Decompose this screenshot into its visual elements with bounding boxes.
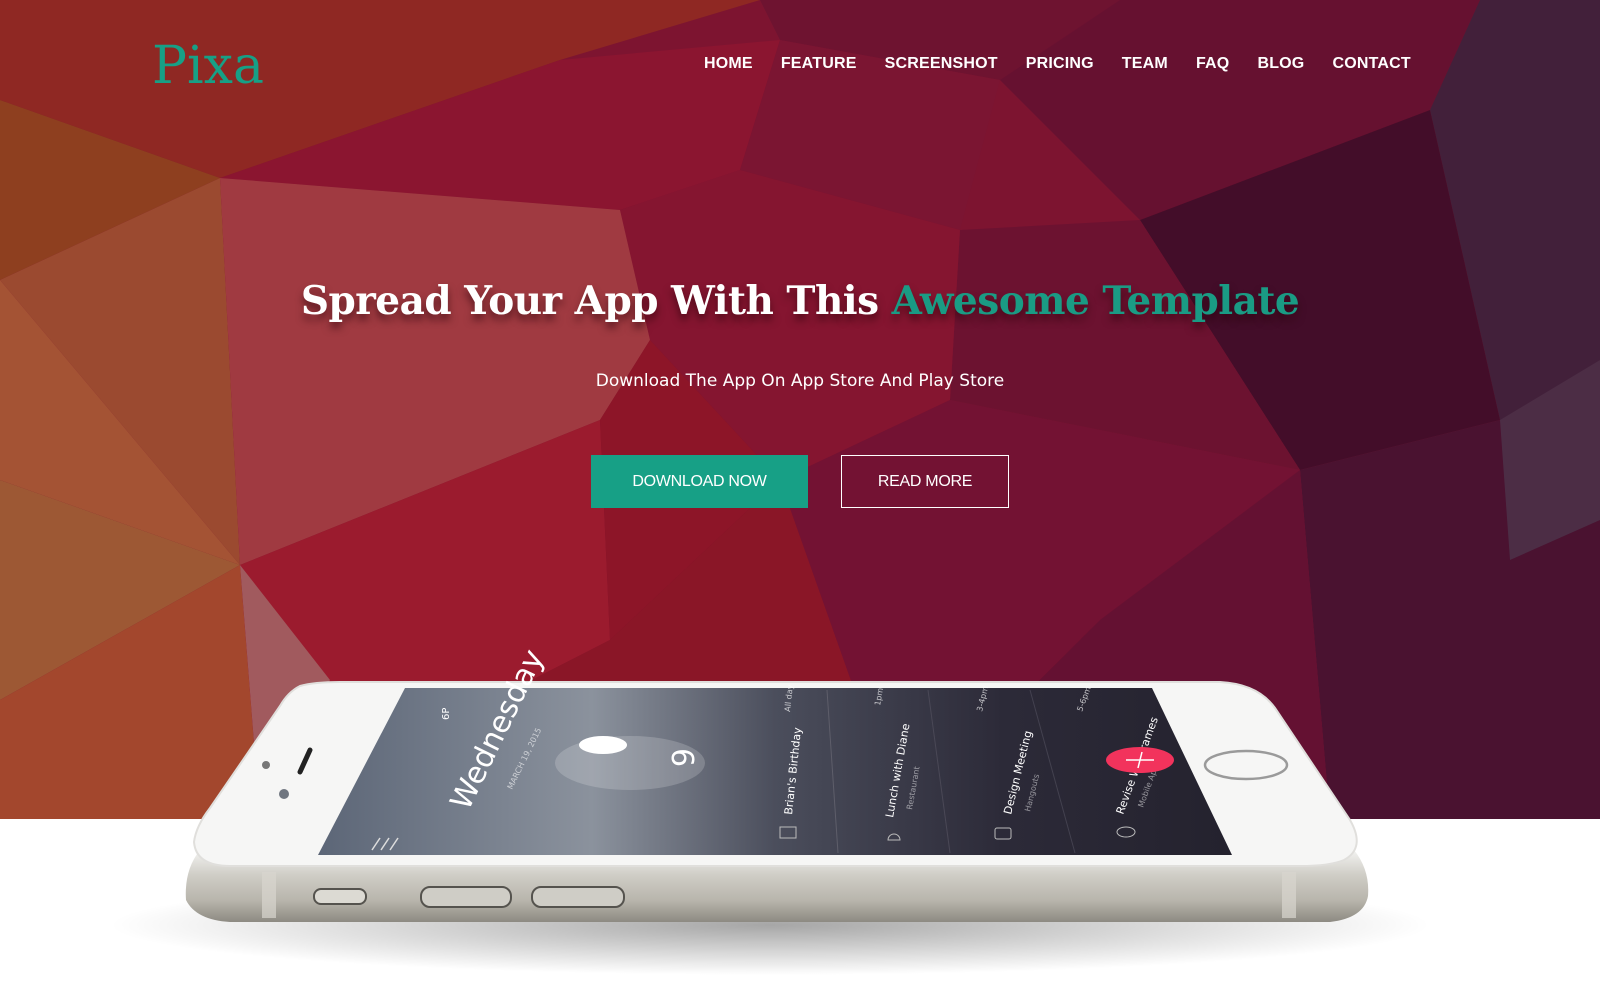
phone-mockup: Wednesday MARCH 19, 2015 6P 6 Brian's Bi… bbox=[0, 0, 1600, 1000]
phone-screen bbox=[318, 688, 1232, 855]
front-camera bbox=[279, 789, 289, 799]
proximity-sensor bbox=[262, 761, 270, 769]
screen-status: 6P bbox=[441, 708, 452, 720]
volume-up-button bbox=[420, 886, 512, 908]
volume-down-button bbox=[531, 886, 625, 908]
counter-number: 6 bbox=[664, 748, 699, 767]
counter-badge bbox=[579, 736, 627, 754]
add-event-button[interactable] bbox=[1106, 747, 1174, 773]
mute-switch bbox=[313, 888, 367, 905]
